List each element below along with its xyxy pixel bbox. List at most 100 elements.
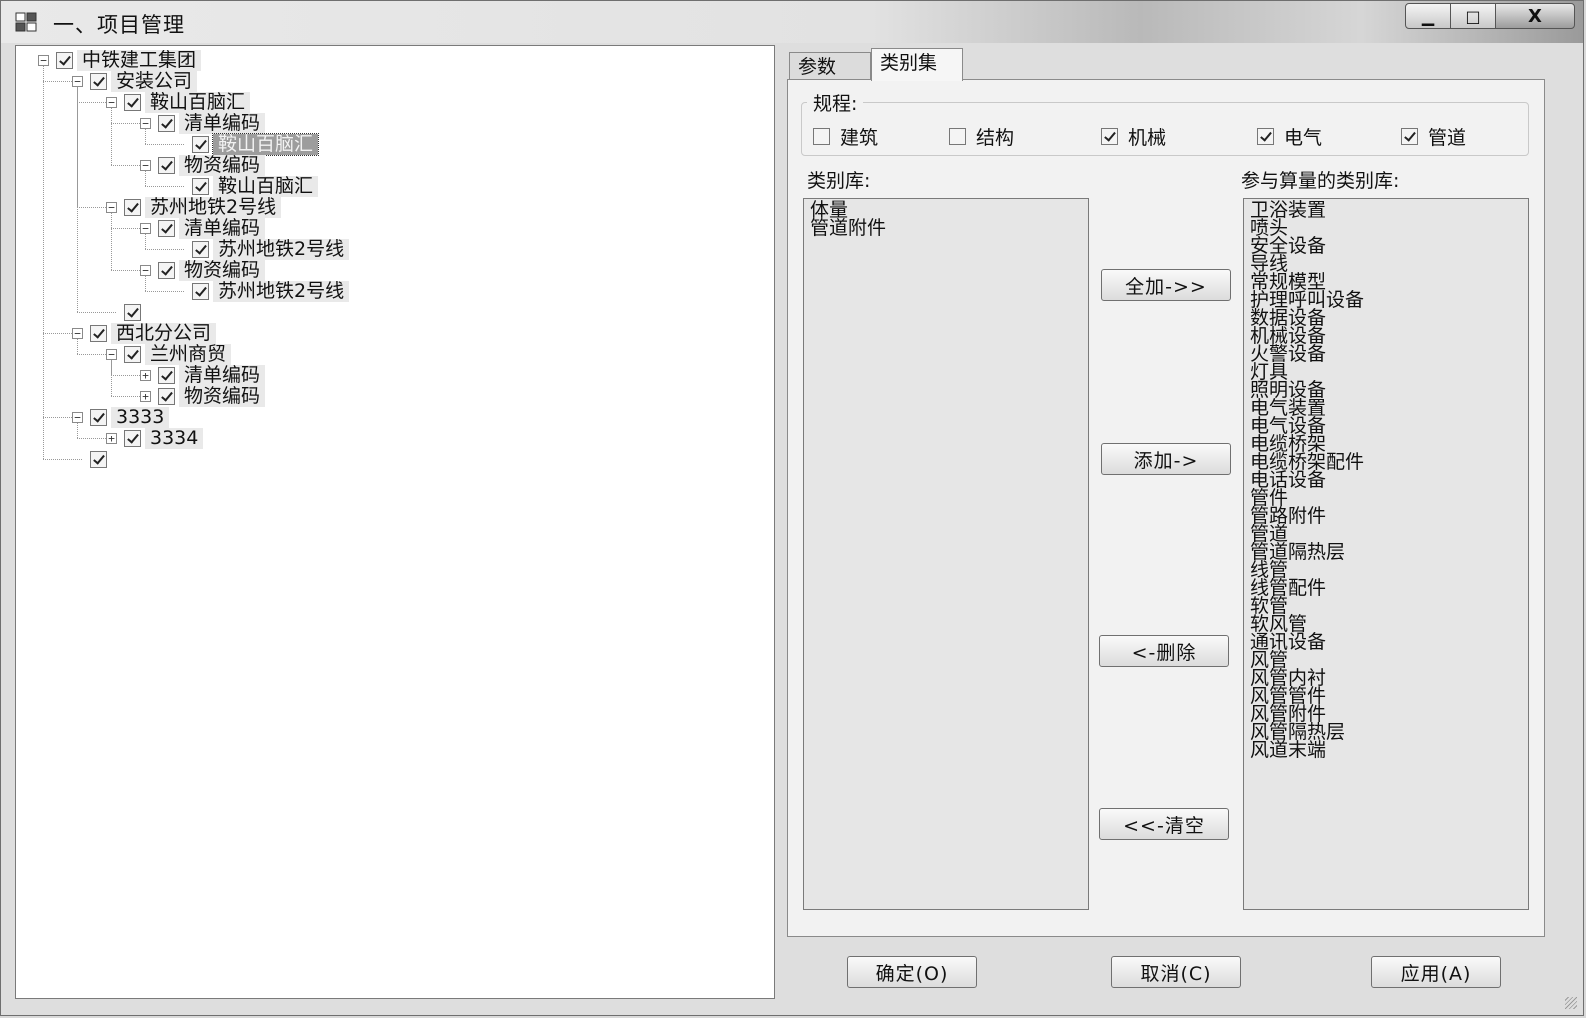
tree-node[interactable] [124,302,141,323]
collapse-icon[interactable]: − [106,97,117,108]
minimize-button[interactable]: ▁ [1405,3,1451,29]
tree-node-checkbox[interactable] [158,388,175,405]
collapse-icon[interactable]: − [72,76,83,87]
tree-node-label[interactable]: 物资编码 [179,386,266,407]
tree-node-checkbox[interactable] [124,94,141,111]
tree-node-label[interactable]: 3334 [145,428,204,449]
tree-node-label[interactable]: 安装公司 [111,71,198,92]
tree-node-label[interactable]: 鞍山百脑汇 [211,133,320,156]
tree-node-label[interactable]: 苏州地铁2号线 [213,281,350,302]
tree-node-checkbox[interactable] [124,346,141,363]
tree-node-label[interactable]: 西北分公司 [111,323,217,344]
tree-node-label[interactable]: 清单编码 [179,365,266,386]
tree-node-label[interactable]: 兰州商贸 [145,344,232,365]
resize-grip-icon[interactable] [1565,997,1577,1009]
collapse-icon[interactable]: − [106,349,117,360]
tree-node-label[interactable]: 鞍山百脑汇 [145,92,251,113]
project-tree[interactable]: − 中铁建工集团 − 安装公司 − 鞍山百脑汇 − 清单编码 鞍山百脑汇 − 物资编码 鞍山百脑汇 − 苏… [15,45,775,999]
tree-node-checkbox[interactable] [124,430,141,447]
tree-node-checkbox[interactable] [158,115,175,132]
tree-node[interactable]: 西北分公司 [90,323,217,344]
collapse-icon[interactable]: − [140,223,151,234]
discipline-architecture-checkbox[interactable] [813,128,830,145]
tree-node-checkbox[interactable] [158,220,175,237]
collapse-icon[interactable]: − [38,55,49,66]
ok-button[interactable]: 确定(O) [847,956,977,988]
list-item[interactable]: 卫浴装置 [1250,201,1522,220]
discipline-mechanical[interactable]: 机械 [1101,123,1166,150]
tree-node[interactable]: 清单编码 [158,113,266,134]
expand-icon[interactable]: + [106,433,117,444]
collapse-icon[interactable]: − [140,160,151,171]
list-item[interactable]: 安全设备 [1250,237,1522,256]
expand-icon[interactable]: + [140,370,151,381]
clear-button[interactable]: <<-清空 [1099,808,1229,840]
collapse-icon[interactable]: − [140,118,151,129]
tree-node[interactable]: 鞍山百脑汇 [192,176,319,197]
tree-node-label[interactable]: 清单编码 [179,218,266,239]
tab-parameters[interactable]: 参数 [789,52,871,80]
list-item[interactable]: 电话设备 [1250,471,1522,490]
participating-library-list[interactable]: 卫浴装置 喷头 安全设备 导线 常规模型 护理呼叫设备 数据设备 机械设备 火警设备 灯具 照明设备… [1243,198,1529,910]
collapse-icon[interactable]: − [106,202,117,213]
add-all-button[interactable]: 全加->> [1101,269,1231,301]
tree-node-checkbox[interactable] [90,409,107,426]
tree-node[interactable]: 清单编码 [158,218,266,239]
tree-node-label[interactable]: 苏州地铁2号线 [213,239,350,260]
tree-node-checkbox[interactable] [192,283,209,300]
tree-node[interactable] [90,449,107,470]
tree-node-checkbox[interactable] [90,451,107,468]
tree-node-checkbox[interactable] [158,262,175,279]
add-button[interactable]: 添加-> [1101,443,1231,475]
tab-category-set[interactable]: 类别集 [871,48,963,81]
tree-node[interactable]: 安装公司 [90,71,198,92]
cancel-button[interactable]: 取消(C) [1111,956,1241,988]
tree-node-label[interactable]: 苏州地铁2号线 [145,197,282,218]
category-library-list[interactable]: 体量 管道附件 [803,198,1089,910]
tree-node[interactable]: 苏州地铁2号线 [124,197,282,218]
discipline-structure-checkbox[interactable] [949,128,966,145]
maximize-button[interactable]: □ [1450,3,1496,29]
discipline-structure[interactable]: 结构 [949,123,1014,150]
list-item[interactable]: 管道附件 [810,219,1082,238]
tree-node-checkbox[interactable] [158,157,175,174]
tree-node-checkbox[interactable] [90,325,107,342]
apply-button[interactable]: 应用(A) [1371,956,1501,988]
close-button[interactable]: X [1495,3,1575,29]
list-item[interactable]: 管路附件 [1250,507,1522,526]
tree-node-label[interactable]: 鞍山百脑汇 [213,176,319,197]
tree-node-checkbox[interactable] [90,73,107,90]
tree-node[interactable]: 3333 [90,407,170,428]
discipline-architecture[interactable]: 建筑 [813,123,878,150]
tree-node-checkbox[interactable] [192,241,209,258]
list-item[interactable]: 通讯设备 [1250,633,1522,652]
tree-node[interactable]: 苏州地铁2号线 [192,281,350,302]
tree-node[interactable]: 物资编码 [158,386,266,407]
tree-node-checkbox[interactable] [192,136,209,153]
tree-node-label[interactable]: 中铁建工集团 [77,50,202,71]
tree-node-checkbox[interactable] [124,199,141,216]
tree-node-label[interactable]: 清单编码 [179,113,266,134]
list-item[interactable]: 线管配件 [1250,579,1522,598]
tree-node-checkbox[interactable] [56,52,73,69]
tree-node-label[interactable]: 物资编码 [179,260,266,281]
title-bar[interactable]: 一、项目管理 ▁ □ X [1,1,1583,43]
list-item[interactable]: 管道隔热层 [1250,543,1522,562]
tree-node[interactable]: 3334 [124,428,204,449]
tree-node[interactable]: 物资编码 [158,260,266,281]
tree-node[interactable]: 苏州地铁2号线 [192,239,350,260]
tree-node[interactable]: 物资编码 [158,155,266,176]
tree-node[interactable]: 鞍山百脑汇 [124,92,251,113]
tree-node-checkbox[interactable] [158,367,175,384]
tree-node-label[interactable]: 3333 [111,407,170,428]
expand-icon[interactable]: + [140,391,151,402]
tree-node[interactable]: 鞍山百脑汇 [192,133,320,156]
list-item[interactable]: 风道末端 [1250,741,1522,760]
discipline-piping-checkbox[interactable] [1401,128,1418,145]
discipline-mechanical-checkbox[interactable] [1101,128,1118,145]
remove-button[interactable]: <-删除 [1099,635,1229,667]
collapse-icon[interactable]: − [72,328,83,339]
collapse-icon[interactable]: − [72,412,83,423]
collapse-icon[interactable]: − [140,265,151,276]
tree-node[interactable]: 中铁建工集团 [56,50,202,71]
